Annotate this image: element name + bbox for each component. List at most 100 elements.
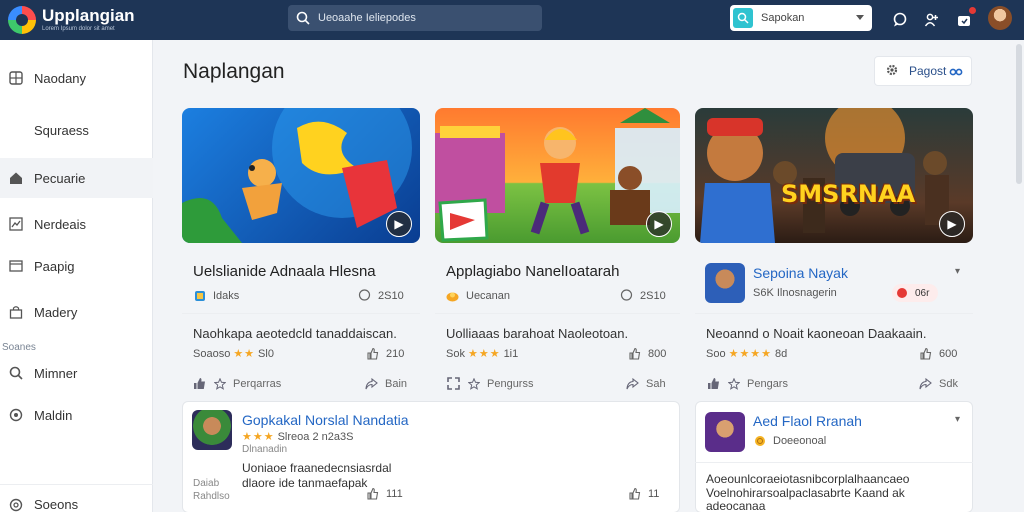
link-icon	[949, 66, 963, 80]
play-icon[interactable]: ▶	[939, 211, 965, 237]
app-logo[interactable]: Upplangian Lorem Ipsum dolor sit amet	[8, 6, 278, 34]
more-icon[interactable]: ▾	[955, 414, 960, 425]
sidebar-item-paapig[interactable]: Paapig	[0, 246, 153, 286]
expand-icon	[447, 377, 460, 390]
likes-count-text: 11	[648, 487, 660, 500]
card-action-label: Pengurss	[487, 377, 534, 390]
game-banner-image[interactable]: ▶	[435, 108, 680, 243]
search-icon	[733, 8, 753, 28]
thumbs-up-icon	[193, 377, 206, 390]
more-icon[interactable]: ▾	[955, 266, 960, 277]
notification-badge	[968, 6, 977, 15]
card-actions-left[interactable]: Pengurss	[447, 377, 533, 390]
settings-icon	[8, 497, 24, 512]
likes-count[interactable]: 800	[628, 347, 666, 360]
search-input[interactable]: Ueoaahe Ieliepodes	[288, 5, 542, 31]
play-icon[interactable]: ▶	[386, 211, 412, 237]
app-icon[interactable]	[705, 263, 745, 303]
card-action-label: Perqarras	[233, 377, 282, 390]
sidebar-item-naodany[interactable]: Naodany	[0, 58, 153, 98]
divider	[695, 313, 973, 314]
share-icon	[365, 377, 378, 390]
sidebar-item-label: Mimner	[34, 365, 78, 381]
sidebar-item-label: Nerdeais	[34, 216, 87, 232]
sidebar-item-label: Squraess	[34, 122, 89, 138]
star-icon: ★★	[233, 348, 256, 360]
search-icon	[8, 365, 24, 381]
status-badge-text: 06r	[915, 287, 930, 299]
comment-count[interactable]: 2S10	[620, 289, 666, 302]
game-icon	[446, 289, 459, 302]
play-icon[interactable]: ▶	[646, 211, 672, 237]
game-description: Voelnohirarsoalpaclasabrte Kaand ak	[706, 486, 905, 500]
star-icon: ★★★	[467, 348, 501, 360]
app-icon[interactable]	[192, 410, 232, 450]
star-outline-icon	[727, 377, 740, 390]
notification-icon[interactable]	[952, 6, 977, 32]
game-tag-text: Uecanan	[466, 289, 511, 302]
sidebar-item-mimner[interactable]: Mimner	[0, 353, 153, 393]
game-title[interactable]: Sepoina Nayak	[753, 265, 848, 281]
page-button[interactable]: Pagost	[874, 56, 972, 86]
sidebar-item-label: Paapig	[34, 258, 75, 274]
status-dot-icon	[897, 288, 907, 298]
likes-count[interactable]: 11	[628, 487, 659, 500]
rating-count: 8d	[775, 347, 788, 360]
sidebar-item-label: Madery	[34, 304, 78, 320]
game-subtitle: S6K Ilnosnagerin	[753, 287, 837, 299]
chat-icon[interactable]	[888, 8, 912, 32]
share-button[interactable]: Bain	[365, 377, 407, 390]
game-banner-image[interactable]: SMSRNAA ▶	[695, 108, 973, 243]
card-footer-text: Daiab	[193, 478, 220, 489]
game-title[interactable]: Gopkakal Norslal Nandatia	[242, 412, 409, 428]
game-description: Naohkapa aeotedcld tanaddaiscan.	[193, 326, 397, 341]
comment-count-text: 2S10	[378, 289, 404, 302]
game-title[interactable]: Applagiabo NanelIoatarah	[446, 263, 619, 280]
divider	[695, 462, 973, 463]
comment-icon	[620, 289, 633, 302]
game-subtitle: Doeeonoal	[753, 434, 826, 447]
comment-count[interactable]: 2S10	[358, 289, 404, 302]
sidebar-item-squraess[interactable]: Squraess	[0, 110, 153, 150]
likes-count[interactable]: 210	[366, 347, 404, 360]
card-actions-left[interactable]: Perqarras	[193, 377, 281, 390]
share-button[interactable]: Sah	[626, 377, 666, 390]
sidebar-item-soeons[interactable]: Soeons	[0, 484, 153, 512]
rating-label: Soo	[706, 347, 726, 360]
likes-count[interactable]: 600	[919, 347, 957, 360]
game-rating: Soaoso ★★ Sl0	[193, 347, 274, 361]
avatar[interactable]	[988, 6, 1012, 30]
app-icon[interactable]	[705, 412, 745, 452]
share-button[interactable]: Sdk	[919, 377, 958, 390]
card-footer-text: Rahdlso	[193, 491, 230, 502]
sidebar-item-maldin[interactable]: Maldin	[0, 395, 153, 435]
game-art-illustration	[435, 108, 680, 242]
search-text: Ueoaahe Ieliepodes	[318, 12, 416, 24]
game-tag-text: Idaks	[213, 289, 240, 302]
home-icon	[8, 170, 24, 186]
chevron-down-icon	[856, 15, 864, 20]
rating-text: Slreoa 2 n2a3S	[277, 430, 354, 443]
search-icon	[296, 11, 310, 25]
sidebar-item-madery[interactable]: Madery	[0, 292, 153, 332]
rating-label: Soaoso	[193, 347, 231, 360]
like-icon	[366, 347, 379, 360]
bag-icon	[8, 304, 24, 320]
card-actions-left[interactable]: Pengars	[707, 377, 788, 390]
like-icon	[628, 347, 641, 360]
region-select[interactable]: Sapokan	[730, 5, 872, 31]
sidebar-item-pecuarie[interactable]: Pecuarie	[0, 158, 153, 198]
sidebar-item-nerdeais[interactable]: Nerdeais	[0, 204, 153, 244]
game-banner-image[interactable]: ▶	[182, 108, 420, 243]
card-action-label: Pengars	[747, 377, 788, 390]
divider	[435, 313, 680, 314]
likes-count-text: 600	[939, 347, 958, 360]
likes-count[interactable]: 111	[366, 487, 403, 500]
share-icon	[919, 377, 932, 390]
circle-icon	[8, 407, 24, 423]
scrollbar[interactable]	[1016, 44, 1022, 184]
user-add-icon[interactable]	[919, 8, 943, 32]
rating-count: 1i1	[503, 347, 519, 360]
game-title[interactable]: Uelslianide Adnaala Hlesna	[193, 263, 376, 280]
game-title[interactable]: Aed Flaol Rranah	[753, 413, 862, 429]
